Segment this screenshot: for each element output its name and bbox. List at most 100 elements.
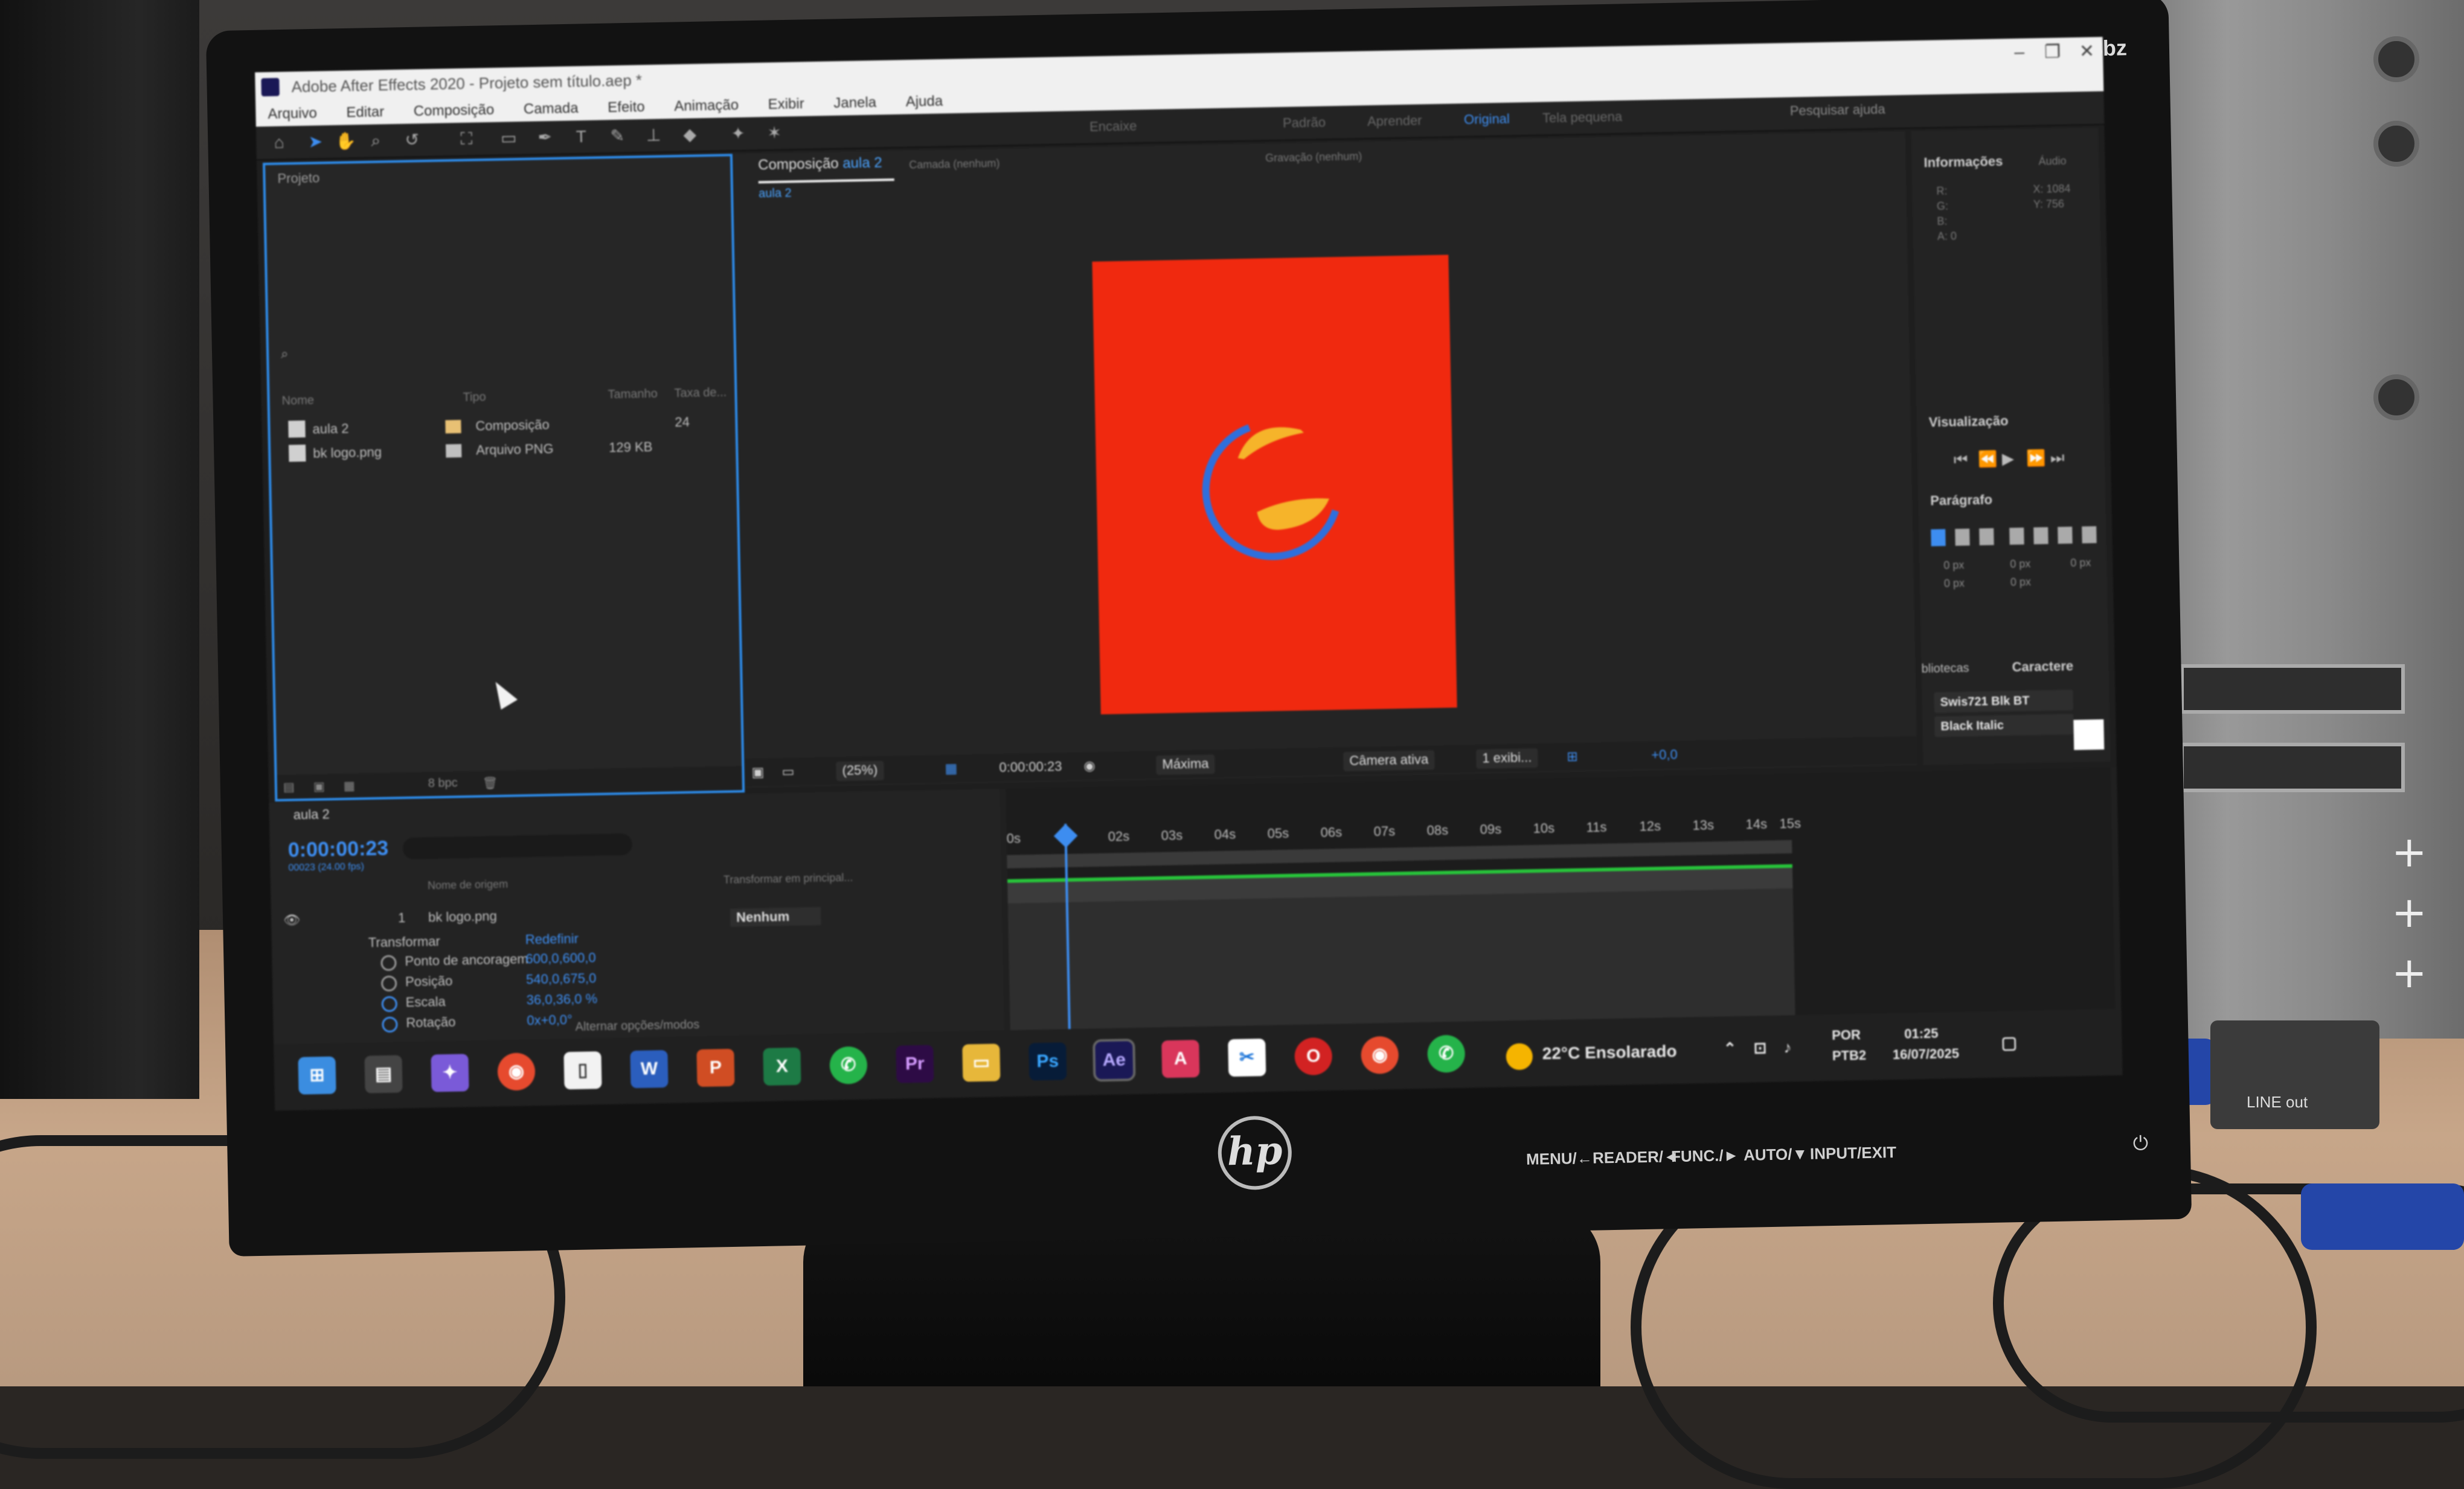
powerpoint-icon[interactable]: P <box>696 1048 735 1087</box>
comp-breadcrumb[interactable]: aula 2 <box>759 187 792 201</box>
col-parent[interactable]: Transformar em principal... <box>723 871 853 886</box>
col-type[interactable]: Tipo <box>463 391 486 405</box>
col-rate[interactable]: Taxa de... <box>674 386 727 401</box>
snapshot-icon[interactable]: ◉ <box>1083 758 1096 773</box>
osd-menu-button[interactable]: MENU/← <box>1526 1149 1593 1169</box>
justify-all-icon[interactable] <box>2082 526 2097 543</box>
snipping-tool-icon[interactable]: ✂ <box>1228 1039 1266 1077</box>
whatsapp-business-icon[interactable]: ✆ <box>1427 1034 1466 1073</box>
space-before[interactable]: 0 px <box>2010 558 2030 571</box>
menu-composicao[interactable]: Composição <box>413 98 495 120</box>
camera-tool-icon[interactable]: ⛶ <box>455 129 478 150</box>
volume-icon[interactable]: ♪ <box>1783 1038 1792 1057</box>
indent-right[interactable]: 0 px <box>2070 557 2091 570</box>
stopwatch-icon[interactable] <box>381 996 398 1013</box>
audio-panel-title[interactable]: Áudio <box>2038 155 2066 168</box>
type-tool-icon[interactable]: T <box>570 126 592 147</box>
selection-tool-icon[interactable]: ➤ <box>304 132 327 153</box>
label-swatch[interactable] <box>446 444 462 458</box>
views-dropdown[interactable]: 1 exibi... <box>1476 748 1538 769</box>
opera-icon[interactable]: O <box>1294 1037 1333 1076</box>
after-effects-icon[interactable]: Ae <box>1092 1039 1136 1082</box>
pen-tool-icon[interactable]: ✒ <box>534 127 556 148</box>
tray-overflow-icon[interactable]: ⌃ <box>1723 1039 1736 1058</box>
hand-tool-icon[interactable]: ✋ <box>335 131 357 152</box>
stamp-tool-icon[interactable]: ⊥ <box>643 125 665 146</box>
word-icon[interactable]: W <box>630 1050 669 1089</box>
indent-left[interactable]: 0 px <box>1943 559 1964 572</box>
home-icon[interactable]: ⌂ <box>268 132 290 153</box>
whatsapp-icon[interactable]: ✆ <box>829 1046 868 1084</box>
zoom-tool-icon[interactable]: ⌕ <box>365 130 387 152</box>
menu-camada[interactable]: Camada <box>524 97 579 118</box>
weather-text[interactable]: 22°C Ensolarado <box>1542 1042 1676 1063</box>
menu-editar[interactable]: Editar <box>346 100 384 121</box>
stopwatch-icon[interactable] <box>380 955 397 972</box>
property-value[interactable]: 600,0,600,0 <box>525 950 596 967</box>
task-view-icon[interactable]: ▤ <box>364 1055 403 1094</box>
new-folder-icon[interactable]: ▣ <box>313 779 325 794</box>
footage-viewer-label[interactable]: Gravação (nenhum) <box>1265 150 1362 165</box>
windows-start-icon[interactable]: ⊞ <box>298 1056 336 1095</box>
trash-icon[interactable]: 🗑 <box>483 775 498 790</box>
excel-icon[interactable]: X <box>763 1047 801 1086</box>
align-left-icon[interactable] <box>1931 529 1946 546</box>
property-value[interactable]: 0x+0,0° <box>527 1012 573 1028</box>
font-family-dropdown[interactable]: Swis721 Blk BT <box>1934 690 2073 713</box>
info-panel-title[interactable]: Informações <box>1923 153 2003 171</box>
photoshop-icon[interactable]: Ps <box>1028 1042 1067 1081</box>
workspace-original[interactable]: Original <box>1464 111 1510 127</box>
workspace-default[interactable]: Padrão <box>1283 115 1326 131</box>
network-icon[interactable]: ⊡ <box>1753 1039 1766 1057</box>
preview-panel-title[interactable]: Visualização <box>1929 413 2009 431</box>
comp-timecode[interactable]: 0:00:00:23 <box>999 758 1062 775</box>
paragraph-panel-title[interactable]: Parágrafo <box>1930 492 1992 509</box>
menu-janela[interactable]: Janela <box>833 91 876 112</box>
font-style-dropdown[interactable]: Black Italic <box>1934 714 2074 737</box>
clock-date[interactable]: 16/07/2025 <box>1893 1046 1960 1063</box>
puppet-pin-icon[interactable]: ✶ <box>763 123 786 144</box>
col-size[interactable]: Tamanho <box>608 387 658 402</box>
rotate-tool-icon[interactable]: ↺ <box>401 130 423 151</box>
composition-tab[interactable]: Composição aula 2 <box>757 154 895 184</box>
osd-auto-button[interactable]: AUTO/▼ <box>1744 1145 1808 1165</box>
layer-viewer-label[interactable]: Camada (nenhum) <box>909 157 999 171</box>
menu-efeito[interactable]: Efeito <box>608 95 645 116</box>
align-center-icon[interactable] <box>1955 528 1970 546</box>
menu-animacao[interactable]: Animação <box>674 93 739 115</box>
monitor-icon[interactable]: ▭ <box>781 764 794 780</box>
timeline-timecode[interactable]: 0:00:00:23 <box>288 837 389 862</box>
fill-color-swatch[interactable] <box>2073 719 2105 751</box>
resolution-dropdown[interactable]: Máxima <box>1156 754 1215 775</box>
property-value[interactable]: 540,0,675,0 <box>526 970 597 987</box>
first-frame-icon[interactable]: ⏮ <box>1954 450 1968 470</box>
eraser-tool-icon[interactable]: ◆ <box>679 124 701 146</box>
label-swatch[interactable] <box>445 420 461 434</box>
interpret-footage-icon[interactable]: ▤ <box>283 780 295 795</box>
space-after[interactable]: 0 px <box>2010 576 2031 589</box>
menu-arquivo[interactable]: Arquivo <box>268 101 317 123</box>
align-right-icon[interactable] <box>1979 528 1994 546</box>
search-help[interactable]: Pesquisar ajuda <box>1790 101 1885 119</box>
timeline-comp-name[interactable]: aula 2 <box>294 807 330 823</box>
toggle-icon[interactable]: ▣ <box>751 764 764 780</box>
rectangle-tool-icon[interactable]: ▭ <box>498 127 520 149</box>
acrobat-icon[interactable]: A <box>1161 1040 1200 1078</box>
notifications-icon[interactable]: ▢ <box>2001 1033 2017 1053</box>
maximize-icon[interactable]: ❐ <box>2044 41 2061 63</box>
minimize-icon[interactable]: – <box>2014 42 2024 63</box>
bpc-label[interactable]: 8 bpc <box>428 777 458 791</box>
eye-icon[interactable]: 👁 <box>283 912 300 929</box>
close-icon[interactable]: ✕ <box>2079 40 2095 62</box>
osd-reader-button[interactable]: READER/◄ <box>1593 1147 1679 1168</box>
region-icon[interactable]: ▦ <box>945 761 957 777</box>
col-source-name[interactable]: Nome de origem <box>428 878 508 892</box>
zoom-dropdown[interactable]: (25%) <box>836 761 884 781</box>
indent-first[interactable]: 0 px <box>1944 577 1965 591</box>
power-icon[interactable]: ⏻ <box>2132 1132 2148 1155</box>
camera-dropdown[interactable]: Câmera ativa <box>1343 750 1435 772</box>
notepad-icon[interactable]: ▯ <box>563 1051 602 1090</box>
osd-func-button[interactable]: FUNC./► <box>1671 1146 1739 1166</box>
workspace-small-screen[interactable]: Tela pequena <box>1542 109 1623 126</box>
file-explorer-icon[interactable]: ▭ <box>962 1043 1001 1082</box>
